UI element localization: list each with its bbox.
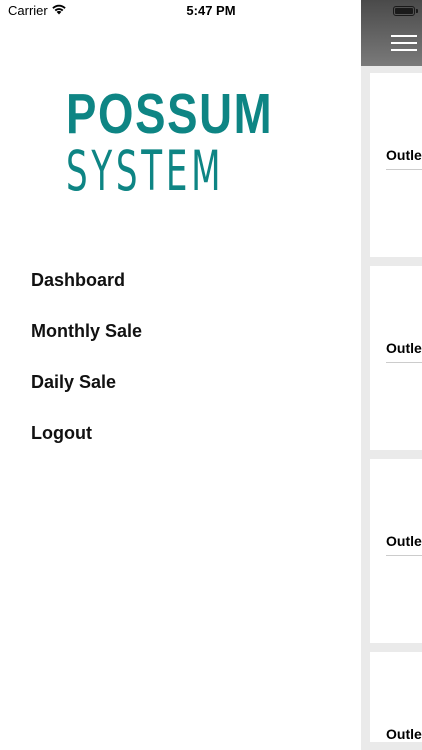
main-screen: Outle Outle Outle Outle: [361, 0, 422, 750]
outlet-card[interactable]: Outle: [370, 459, 422, 643]
outlet-card[interactable]: Outle: [370, 266, 422, 450]
menu-item-daily-sale[interactable]: Daily Sale: [31, 368, 331, 419]
menu-item-logout[interactable]: Logout: [31, 419, 331, 470]
outlet-label: Outle: [386, 340, 422, 356]
side-drawer: POSSUM SYSTEM Dashboard Monthly Sale Dai…: [0, 0, 361, 750]
outlet-label: Outle: [386, 533, 422, 549]
outlet-card[interactable]: Outle: [370, 652, 422, 742]
status-time: 5:47 PM: [186, 3, 236, 18]
outlet-card[interactable]: Outle: [370, 73, 422, 257]
divider: [386, 169, 422, 170]
possum-system-logo: POSSUM SYSTEM: [66, 82, 274, 203]
menu-item-monthly-sale[interactable]: Monthly Sale: [31, 317, 331, 368]
logo-line-possum: POSSUM: [66, 82, 274, 146]
drawer-menu: Dashboard Monthly Sale Daily Sale Logout: [31, 266, 331, 470]
divider: [386, 555, 422, 556]
hamburger-menu-icon: [391, 35, 417, 37]
outlet-label: Outle: [386, 726, 422, 742]
divider: [386, 362, 422, 363]
outlet-label: Outle: [386, 147, 422, 163]
logo-line-system: SYSTEM: [66, 139, 225, 203]
menu-item-dashboard[interactable]: Dashboard: [31, 266, 331, 317]
hamburger-line: [391, 49, 417, 51]
status-bar: Carrier 5:47 PM: [0, 0, 422, 22]
hamburger-menu-button[interactable]: [389, 32, 419, 54]
hamburger-line: [391, 42, 417, 44]
